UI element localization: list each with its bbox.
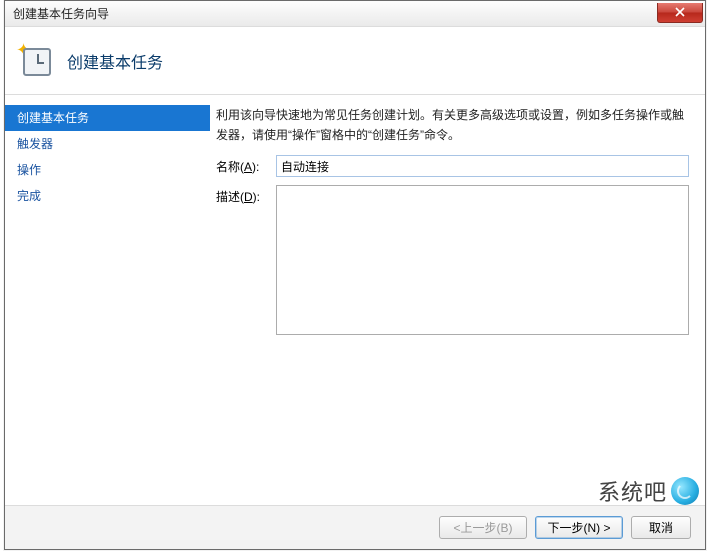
page-title: 创建基本任务 (67, 49, 163, 73)
wizard-steps-sidebar: 创建基本任务 触发器 操作 完成 (5, 95, 210, 505)
back-button[interactable]: <上一步(B) (439, 516, 527, 539)
intro-text: 利用该向导快速地为常见任务创建计划。有关更多高级选项或设置，例如多任务操作或触发… (216, 105, 689, 145)
description-row: 描述(D): (216, 185, 689, 335)
window-title: 创建基本任务向导 (13, 5, 109, 22)
name-row: 名称(A): (216, 155, 689, 177)
close-button[interactable] (657, 3, 703, 23)
clock-icon (23, 48, 51, 76)
step-action[interactable]: 操作 (5, 157, 210, 183)
titlebar: 创建基本任务向导 (5, 1, 705, 27)
cancel-button[interactable]: 取消 (631, 516, 691, 539)
step-trigger[interactable]: 触发器 (5, 131, 210, 157)
wizard-footer: <上一步(B) 下一步(N) > 取消 (5, 505, 705, 549)
description-label: 描述(D): (216, 185, 276, 205)
step-finish[interactable]: 完成 (5, 183, 210, 209)
close-icon (675, 7, 685, 17)
next-button[interactable]: 下一步(N) > (535, 516, 623, 539)
name-input[interactable] (276, 155, 689, 177)
name-label: 名称(A): (216, 155, 276, 175)
wizard-main-panel: 利用该向导快速地为常见任务创建计划。有关更多高级选项或设置，例如多任务操作或触发… (210, 95, 705, 505)
wizard-window: 创建基本任务向导 ✦ 创建基本任务 创建基本任务 触发器 操作 完成 利用该向导… (4, 0, 706, 550)
step-create-basic-task[interactable]: 创建基本任务 (5, 105, 210, 131)
wizard-body: 创建基本任务 触发器 操作 完成 利用该向导快速地为常见任务创建计划。有关更多高… (5, 95, 705, 505)
wizard-header: ✦ 创建基本任务 (5, 27, 705, 95)
task-scheduler-icon: ✦ (19, 44, 53, 78)
description-input[interactable] (276, 185, 689, 335)
